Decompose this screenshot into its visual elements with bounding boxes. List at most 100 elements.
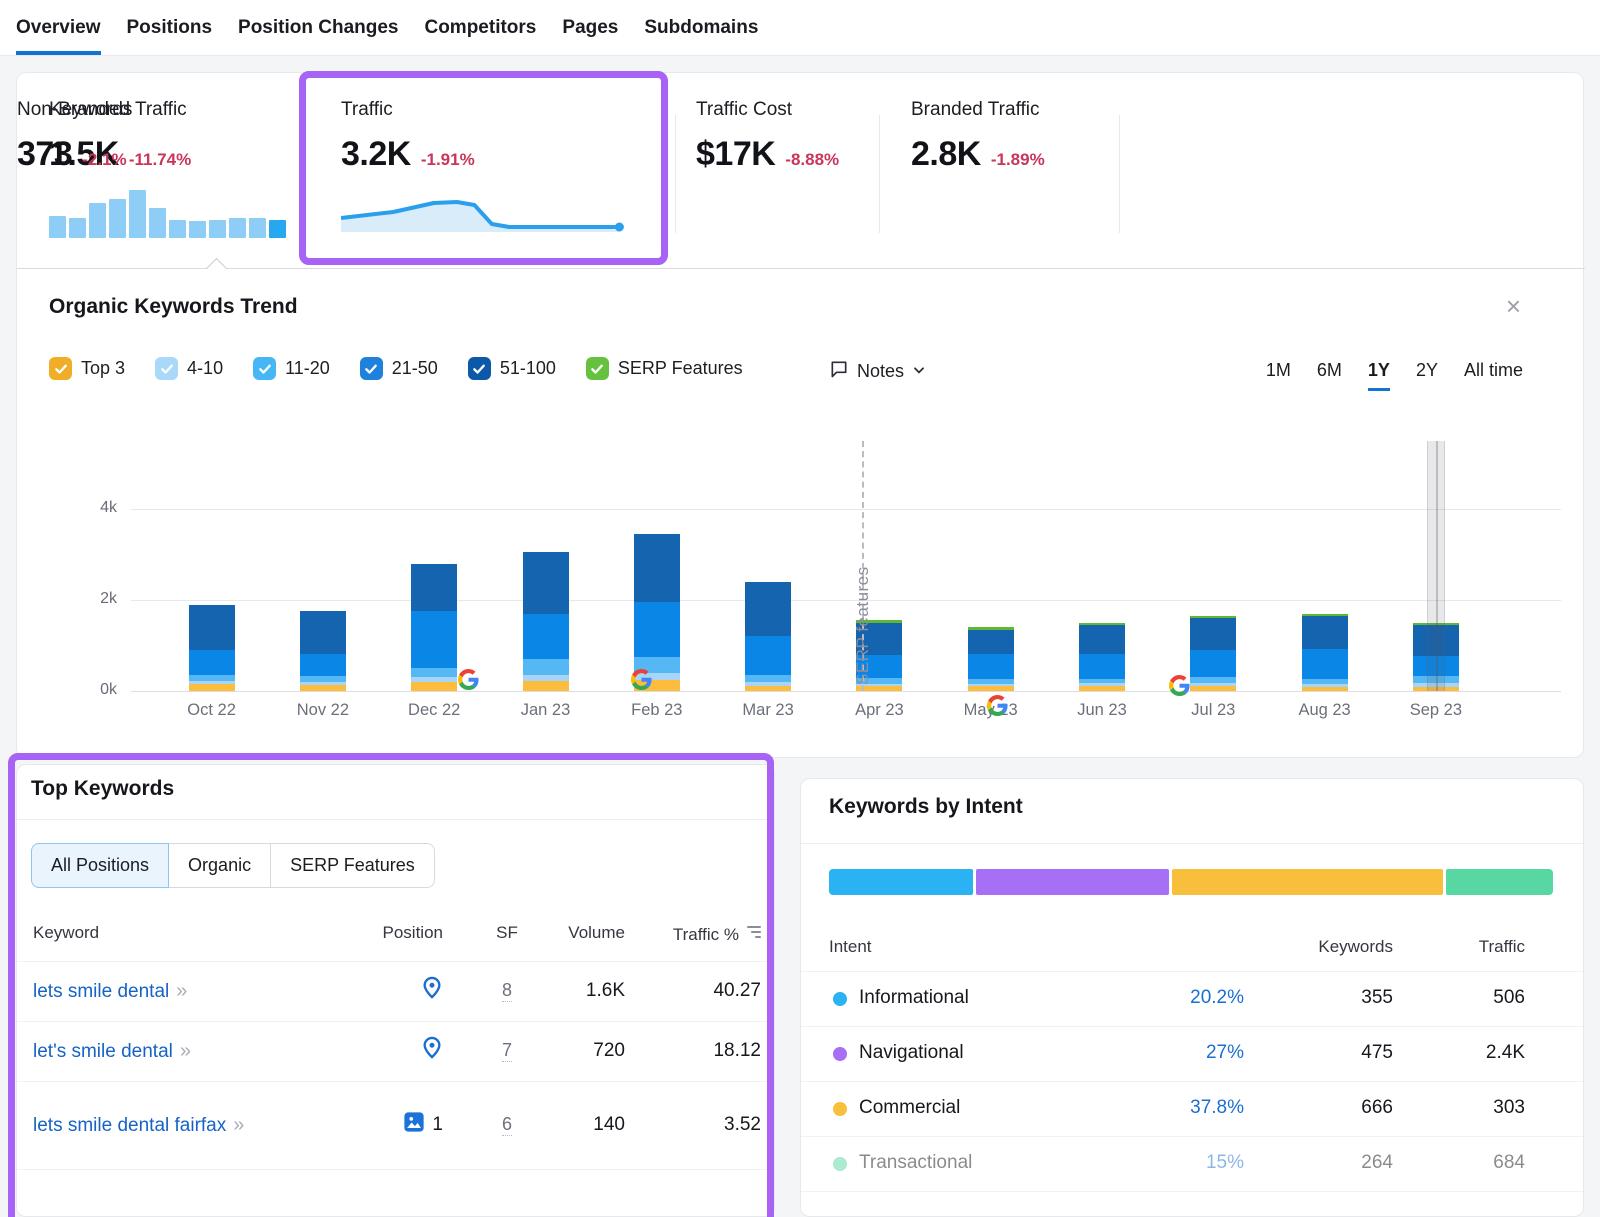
keyword-link[interactable]: lets smile dental <box>33 981 169 1002</box>
divider <box>17 819 774 820</box>
position-value: 1 <box>432 1114 443 1136</box>
volume-cell: 1.6K <box>547 980 625 1002</box>
divider <box>801 843 1583 844</box>
trend-bar-nov-22[interactable] <box>300 611 346 691</box>
top-keywords-card: Top Keywords All PositionsOrganicSERP Fe… <box>16 764 775 1217</box>
intent-label: Navigational <box>859 1042 1109 1064</box>
nav-tab-pages[interactable]: Pages <box>562 0 618 55</box>
trend-bar-feb-23[interactable] <box>634 534 680 691</box>
column-header-intent: Intent <box>829 937 1029 957</box>
bar-segment-top-3 <box>523 681 569 691</box>
trend-bar-jul-23[interactable] <box>1190 616 1236 691</box>
open-keyword-chevrons-icon[interactable]: » <box>233 1114 242 1136</box>
bar-segment-21-50 <box>523 614 569 660</box>
intent-percent-link[interactable]: 37.8% <box>1141 1097 1244 1119</box>
x-axis-label: Sep 23 <box>1381 701 1491 720</box>
trend-bar-jun-23[interactable] <box>1079 623 1125 691</box>
nav-tab-subdomains[interactable]: Subdomains <box>644 0 758 55</box>
y-axis-tick: 0k <box>75 681 117 699</box>
x-axis-label: Mar 23 <box>713 701 823 720</box>
trend-bar-aug-23[interactable] <box>1302 614 1348 691</box>
intent-segment-navigational[interactable] <box>976 869 1169 895</box>
y-axis-tick: 2k <box>75 590 117 608</box>
sort-descending-icon[interactable] <box>747 923 761 938</box>
trend-bar-oct-22[interactable] <box>189 605 235 691</box>
sf-cell: 8 <box>467 980 547 1002</box>
bar-segment-51-100 <box>968 630 1014 655</box>
keyword-link[interactable]: lets smile dental fairfax <box>33 1115 226 1136</box>
chart-hover-indicator <box>1427 441 1445 691</box>
intent-row-navigational: Navigational 27%4752.4K <box>801 1026 1583 1081</box>
intent-percent-link[interactable]: 27% <box>1141 1042 1244 1064</box>
y-axis-tick: 4k <box>75 499 117 517</box>
sf-value[interactable]: 6 <box>502 1114 512 1136</box>
bar-segment-21-50 <box>300 654 346 677</box>
x-axis-label: Jan 23 <box>491 701 601 720</box>
intent-traffic: 2.4K <box>1373 1042 1525 1064</box>
traffic-pct-cell: 3.52 <box>637 1114 761 1136</box>
trend-bar-dec-22[interactable] <box>411 564 457 691</box>
gridline <box>131 600 1561 601</box>
keywords-by-intent-card: Keywords by Intent IntentKeywordsTraffic… <box>800 778 1584 1217</box>
intent-segment-informational[interactable] <box>829 869 973 895</box>
tab-serp-features[interactable]: SERP Features <box>270 843 435 888</box>
intent-keywords-count: 475 <box>1241 1042 1393 1064</box>
nav-tab-overview[interactable]: Overview <box>16 0 101 55</box>
x-axis-label: Nov 22 <box>268 701 378 720</box>
traffic-pct-cell: 40.27 <box>637 980 761 1002</box>
trend-bar-jan-23[interactable] <box>523 552 569 691</box>
gridline <box>131 509 1561 510</box>
bar-segment-top-3 <box>411 682 457 691</box>
bar-segment-21-50 <box>968 654 1014 679</box>
bar-segment-11-20 <box>411 668 457 677</box>
google-update-icon[interactable] <box>458 669 479 690</box>
bar-segment-21-50 <box>745 636 791 675</box>
bar-segment-21-50 <box>1302 649 1348 679</box>
position-cell: 1 <box>317 1111 443 1139</box>
google-update-icon[interactable] <box>631 669 652 690</box>
local-pack-pin-icon <box>421 1036 443 1067</box>
sf-value[interactable]: 7 <box>502 1040 512 1062</box>
x-axis-label: Dec 22 <box>379 701 489 720</box>
intent-percent-link[interactable]: 20.2% <box>1141 987 1244 1009</box>
google-update-icon[interactable] <box>987 695 1008 716</box>
nav-tab-position-changes[interactable]: Position Changes <box>238 0 398 55</box>
bar-segment-51-100 <box>634 534 680 602</box>
nav-tab-competitors[interactable]: Competitors <box>424 0 536 55</box>
table-row: lets smile dental » 8 1.6K 40.27 <box>17 961 774 1021</box>
intent-traffic: 684 <box>1373 1152 1525 1174</box>
intent-keywords-count: 355 <box>1241 987 1393 1009</box>
bar-segment-top-3 <box>745 686 791 691</box>
intent-segment-transactional[interactable] <box>1446 869 1553 895</box>
open-keyword-chevrons-icon[interactable]: » <box>180 1040 189 1062</box>
keyword-link[interactable]: let's smile dental <box>33 1041 173 1062</box>
column-header-traffic[interactable]: Traffic % <box>637 923 761 945</box>
bar-segment-51-100 <box>1079 625 1125 654</box>
bar-segment-51-100 <box>745 582 791 637</box>
bar-segment-21-50 <box>411 611 457 668</box>
bar-segment-51-100 <box>1302 616 1348 649</box>
overview-card: Keywords1.5K-11.74%Traffic3.2K-1.91%Traf… <box>16 72 1584 758</box>
intent-label: Commercial <box>859 1097 1109 1119</box>
intent-label: Informational <box>859 987 1109 1009</box>
volume-cell: 140 <box>547 1114 625 1136</box>
trend-bar-mar-23[interactable] <box>745 582 791 691</box>
open-keyword-chevrons-icon[interactable]: » <box>176 980 185 1002</box>
sf-value[interactable]: 8 <box>502 980 512 1002</box>
column-header-sf: SF <box>467 923 547 943</box>
intent-segment-commercial[interactable] <box>1172 869 1442 895</box>
intent-dot-navigational <box>833 1047 847 1061</box>
bar-segment-51-100 <box>189 605 235 651</box>
nav-tab-positions[interactable]: Positions <box>127 0 213 55</box>
tab-organic[interactable]: Organic <box>168 843 271 888</box>
google-update-icon[interactable] <box>1169 675 1190 696</box>
traffic-pct-cell: 18.12 <box>637 1040 761 1062</box>
organic-keywords-chart: 0k2k4kOct 22Nov 22Dec 22Jan 23Feb 23Mar … <box>17 73 1583 757</box>
tab-all-positions[interactable]: All Positions <box>31 843 169 888</box>
top-keywords-title: Top Keywords <box>31 777 174 801</box>
trend-bar-may-23[interactable] <box>968 627 1014 691</box>
bar-segment-11-20 <box>523 659 569 675</box>
bar-segment-51-100 <box>300 611 346 653</box>
intent-percent-link[interactable]: 15% <box>1141 1152 1244 1174</box>
bar-segment-21-50 <box>189 650 235 675</box>
